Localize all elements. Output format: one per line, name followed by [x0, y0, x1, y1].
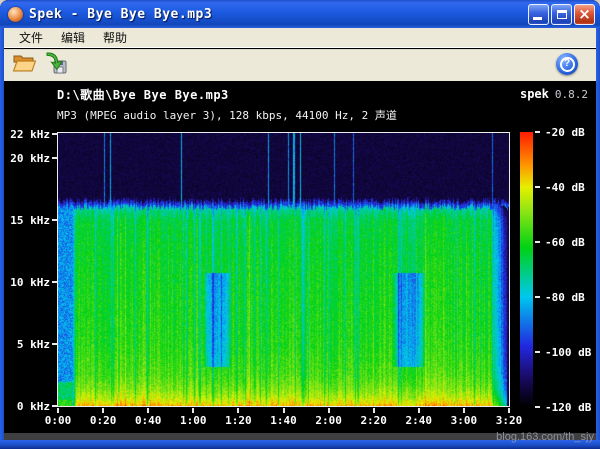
colorbar [520, 132, 533, 407]
save-spectrogram-button[interactable] [42, 52, 70, 80]
spek-window: Spek - Bye Bye Bye.mp3 × 文件 编辑 帮助 [0, 0, 600, 449]
freq-tick-label: 0 kHz [6, 400, 50, 413]
freq-tick-label: 20 kHz [6, 152, 50, 165]
db-tick-label: -40 dB [545, 181, 585, 194]
open-folder-icon [12, 51, 36, 80]
toolbar: ? [4, 49, 596, 81]
freq-tick-label: 15 kHz [6, 214, 50, 227]
time-tick [418, 408, 420, 413]
stream-info: MP3 (MPEG audio layer 3), 128 kbps, 4410… [57, 107, 397, 123]
menu-file[interactable]: 文件 [10, 27, 52, 48]
time-tick-label: 2:40 [402, 414, 436, 427]
time-tick [237, 408, 239, 413]
time-tick [463, 408, 465, 413]
window-border-right [596, 28, 600, 440]
db-tick-label: -60 dB [545, 236, 585, 249]
freq-tick [52, 281, 57, 283]
db-tick [535, 186, 540, 188]
spectrogram-canvas [58, 133, 509, 406]
time-tick-label: 1:40 [267, 414, 301, 427]
db-tick [535, 351, 540, 353]
help-button[interactable]: ? [556, 53, 578, 75]
db-tick [535, 296, 540, 298]
time-tick-label: 1:00 [176, 414, 210, 427]
close-button[interactable]: × [574, 4, 595, 25]
time-tick [147, 408, 149, 413]
db-tick-label: -120 dB [545, 401, 591, 414]
time-tick-label: 0:00 [41, 414, 75, 427]
freq-tick [52, 405, 57, 407]
freq-tick [52, 133, 57, 135]
time-tick [57, 408, 59, 413]
spectrogram-panel: D:\歌曲\Bye Bye Bye.mp3 spek0.8.2 MP3 (MPE… [4, 81, 596, 433]
time-tick [102, 408, 104, 413]
menu-bar: 文件 编辑 帮助 [4, 28, 596, 48]
close-icon: × [575, 5, 594, 24]
db-tick [535, 131, 540, 133]
app-version: spek0.8.2 [520, 87, 588, 101]
time-tick-label: 1:20 [221, 414, 255, 427]
freq-tick-label: 5 kHz [6, 338, 50, 351]
db-tick [535, 406, 540, 408]
window-controls: × [528, 4, 595, 25]
db-tick-label: -100 dB [545, 346, 591, 359]
maximize-icon [557, 10, 567, 19]
freq-tick [52, 343, 57, 345]
time-tick [192, 408, 194, 413]
minimize-icon [533, 17, 542, 20]
save-export-icon [44, 51, 68, 80]
watermark: blog.163.com/th_sjy [496, 431, 594, 443]
time-tick-label: 2:20 [357, 414, 391, 427]
menu-help[interactable]: 帮助 [94, 27, 136, 48]
question-icon: ? [560, 57, 575, 72]
db-tick-label: -20 dB [545, 126, 585, 139]
menu-edit[interactable]: 编辑 [52, 27, 94, 48]
window-title: Spek - Bye Bye Bye.mp3 [29, 7, 212, 22]
open-file-button[interactable] [10, 52, 38, 80]
time-tick [283, 408, 285, 413]
title-bar[interactable]: Spek - Bye Bye Bye.mp3 × [0, 0, 600, 28]
time-tick-label: 3:00 [447, 414, 481, 427]
time-tick-label: 3:20 [492, 414, 526, 427]
time-tick-label: 0:20 [86, 414, 120, 427]
time-tick-label: 2:00 [312, 414, 346, 427]
freq-tick [52, 219, 57, 221]
db-tick [535, 241, 540, 243]
time-tick [508, 408, 510, 413]
maximize-button[interactable] [551, 4, 572, 25]
app-icon [8, 7, 23, 22]
time-tick-label: 0:40 [131, 414, 165, 427]
time-tick [328, 408, 330, 413]
minimize-button[interactable] [528, 4, 549, 25]
file-path: D:\歌曲\Bye Bye Bye.mp3 [57, 86, 229, 103]
app-name: spek [520, 87, 549, 101]
freq-tick-label: 22 kHz [6, 128, 50, 141]
freq-tick-label: 10 kHz [6, 276, 50, 289]
db-tick-label: -80 dB [545, 291, 585, 304]
time-tick [373, 408, 375, 413]
freq-tick [52, 157, 57, 159]
